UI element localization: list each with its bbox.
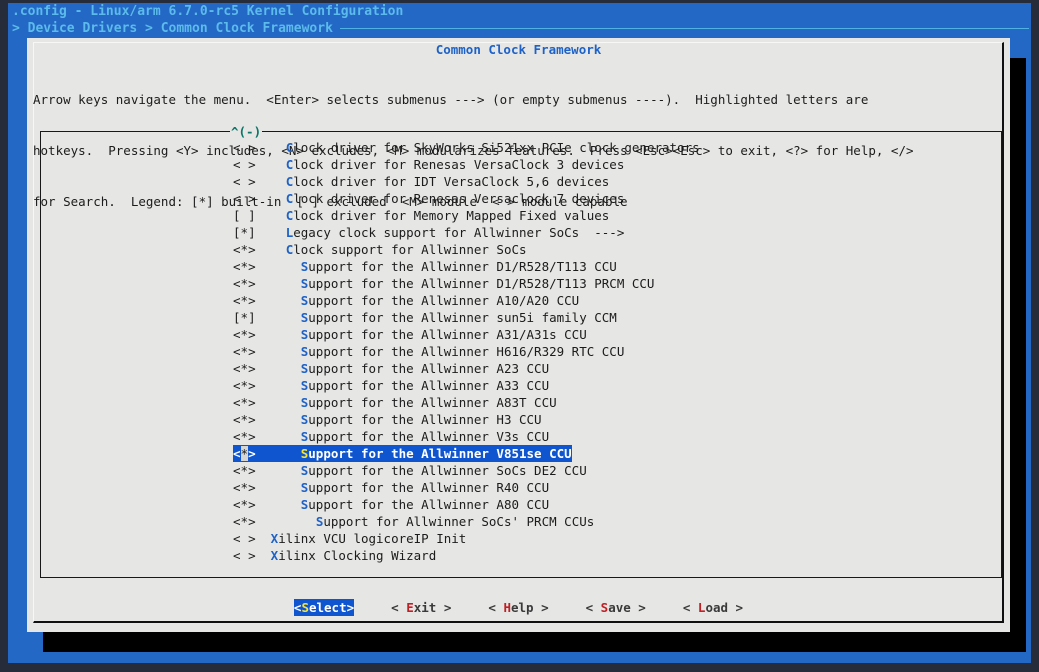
menu-item[interactable]: <*> Support for the Allwinner A10/A20 CC… [41,292,1001,309]
item-label: upport for the Allwinner V3s CCU [308,429,549,444]
item-state-box: < > [233,191,256,206]
instructions-line-1: Arrow keys navigate the menu. <Enter> se… [33,91,914,108]
item-label: egacy clock support for Allwinner SoCs -… [293,225,624,240]
item-label: upport for the Allwinner A80 CCU [308,497,549,512]
menu-item[interactable]: [*] Legacy clock support for Allwinner S… [41,224,1001,241]
menu-item[interactable]: <*> Support for the Allwinner D1/R528/T1… [41,275,1001,292]
menu-item[interactable]: <*> Support for the Allwinner A31/A31s C… [41,326,1001,343]
item-label: upport for the Allwinner D1/R528/T113 CC… [308,259,617,274]
item-state-box: <*> [233,514,256,529]
item-state-box: <*> [233,276,256,291]
item-state-box: <*> [233,395,256,410]
item-state-box: [*] [233,225,256,240]
item-state-box: <*> [233,446,256,461]
menu-item[interactable]: < > Xilinx VCU logicoreIP Init [41,530,1001,547]
item-label: upport for the Allwinner sun5i family CC… [308,310,617,325]
menuconfig-screen: .config - Linux/arm 6.7.0-rc5 Kernel Con… [8,3,1031,663]
item-label: upport for the Allwinner A33 CCU [308,378,549,393]
item-state-box: < > [233,531,256,546]
item-label: upport for the Allwinner H616/R329 RTC C… [308,344,624,359]
load-button[interactable]: < Load > [683,599,743,616]
menu-item[interactable]: < > Clock driver for SkyWorks Si521xx PC… [41,139,1001,156]
save-button[interactable]: < Save > [586,599,646,616]
menu-items: < > Clock driver for SkyWorks Si521xx PC… [41,139,1001,564]
item-label: lock support for Allwinner SoCs [293,242,526,257]
item-label: upport for the Allwinner D1/R528/T113 PR… [308,276,654,291]
item-state-box: < > [233,140,256,155]
menu-item[interactable]: [*] Support for the Allwinner sun5i fami… [41,309,1001,326]
menu-item[interactable]: [ ] Clock driver for Memory Mapped Fixed… [41,207,1001,224]
item-state-box: <*> [233,293,256,308]
menu-item[interactable]: <*> Support for the Allwinner D1/R528/T1… [41,258,1001,275]
item-label: lock driver for IDT VersaClock 5,6 devic… [293,174,609,189]
item-label: lock driver for Memory Mapped Fixed valu… [293,208,609,223]
item-label: lock driver for Renesas VersaClock 3 dev… [293,157,624,172]
menu-item[interactable]: <*> Support for the Allwinner A23 CCU [41,360,1001,377]
config-dialog: Common Clock Framework Arrow keys naviga… [27,38,1010,632]
menu-item[interactable]: <*> Support for the Allwinner A33 CCU [41,377,1001,394]
item-label: upport for the Allwinner A10/A20 CCU [308,293,579,308]
item-label: upport for the Allwinner V851se CCU [308,446,571,461]
menu-item[interactable]: <*> Support for the Allwinner H616/R329 … [41,343,1001,360]
kernel-config-title: .config - Linux/arm 6.7.0-rc5 Kernel Con… [12,3,403,20]
menu-item[interactable]: < > Xilinx Clocking Wizard [41,547,1001,564]
item-state-box: <*> [233,327,256,342]
item-state-box: [*] [233,310,256,325]
item-state-box: < > [233,157,256,172]
item-state-box: <*> [233,344,256,359]
item-label: upport for the Allwinner A23 CCU [308,361,549,376]
exit-button[interactable]: < Exit > [391,599,451,616]
item-state-box: < > [233,548,256,563]
menu-item[interactable]: < > Clock driver for Renesas VersaClock … [41,156,1001,173]
item-state-box: <*> [233,463,256,478]
item-state-box: <*> [233,429,256,444]
item-label: ilinx Clocking Wizard [278,548,436,563]
menu-item[interactable]: <*> Support for the Allwinner V3s CCU [41,428,1001,445]
item-label: upport for the Allwinner SoCs DE2 CCU [308,463,586,478]
menu-item[interactable]: <*> Support for the Allwinner R40 CCU [41,479,1001,496]
menu-item[interactable]: <*> Support for Allwinner SoCs' PRCM CCU… [41,513,1001,530]
item-state-box: <*> [233,412,256,427]
item-state-box: [ ] [233,208,256,223]
item-label: lock driver for SkyWorks Si521xx PCIe cl… [293,140,699,155]
item-state-box: <*> [233,242,256,257]
menu-item[interactable]: <*> Clock support for Allwinner SoCs [41,241,1001,258]
item-label: upport for Allwinner SoCs' PRCM CCUs [323,514,594,529]
breadcrumb: > Device Drivers > Common Clock Framewor… [12,21,333,36]
button-bar: <Select> < Exit > < Help > < Save > < Load > [27,599,1010,616]
item-label: upport for the Allwinner A31/A31s CCU [308,327,586,342]
help-button[interactable]: < Help > [488,599,548,616]
menu-item[interactable]: <*> Support for the Allwinner H3 CCU [41,411,1001,428]
item-label: lock driver for Renesas Versaclock 7 dev… [293,191,624,206]
menu-item[interactable]: <*> Support for the Allwinner A83T CCU [41,394,1001,411]
item-label: upport for the Allwinner A83T CCU [308,395,556,410]
menu-item[interactable]: <*> Support for the Allwinner A80 CCU [41,496,1001,513]
item-state-box: <*> [233,378,256,393]
scroll-up-indicator: ^(-) [230,123,262,140]
menu-item[interactable]: <*> Support for the Allwinner V851se CCU [41,445,1001,462]
item-state-box: < > [233,174,256,189]
item-state-box: <*> [233,497,256,512]
item-label: upport for the Allwinner R40 CCU [308,480,549,495]
dialog-title: Common Clock Framework [27,41,1010,58]
item-state-box: <*> [233,361,256,376]
item-state-box: <*> [233,480,256,495]
select-button[interactable]: <Select> [294,599,354,616]
menu-item[interactable]: < > Clock driver for IDT VersaClock 5,6 … [41,173,1001,190]
menu-item[interactable]: < > Clock driver for Renesas Versaclock … [41,190,1001,207]
menu-listbox: ^(-) < > Clock driver for SkyWorks Si521… [40,131,1002,578]
breadcrumb-row: > Device Drivers > Common Clock Framewor… [12,20,1029,37]
breadcrumb-rule [340,28,1029,29]
menu-item[interactable]: <*> Support for the Allwinner SoCs DE2 C… [41,462,1001,479]
item-label: upport for the Allwinner H3 CCU [308,412,541,427]
item-state-box: <*> [233,259,256,274]
item-label: ilinx VCU logicoreIP Init [278,531,466,546]
